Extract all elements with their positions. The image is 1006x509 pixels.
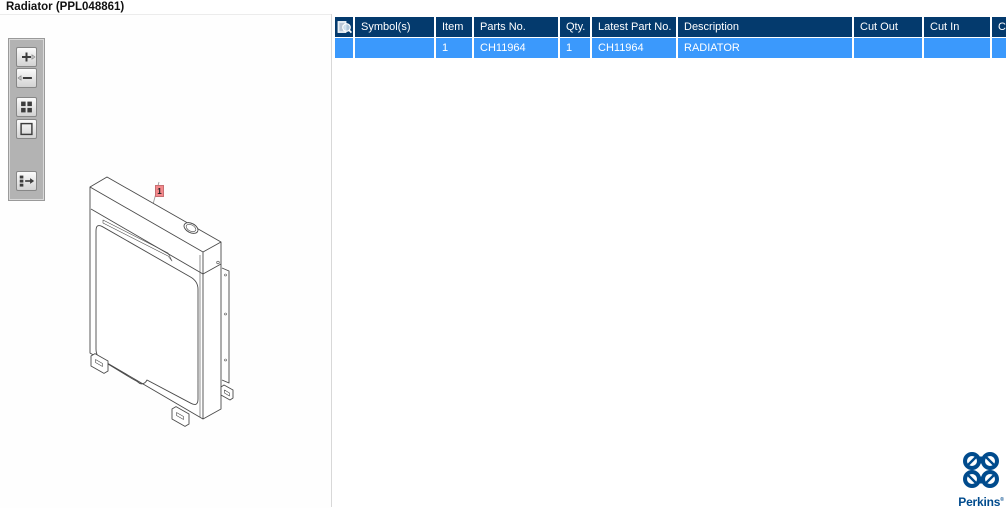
col-header-cut-out: Cut Out bbox=[854, 17, 922, 37]
col-header-parts-no: Parts No. bbox=[474, 17, 558, 37]
col-header-symbols: Symbol(s) bbox=[355, 17, 434, 37]
toggle-list-panel-button[interactable] bbox=[16, 171, 37, 191]
trademark-mark: ® bbox=[1000, 497, 1004, 503]
row-cut-in-cell[interactable] bbox=[924, 38, 990, 58]
list-arrow-right-icon bbox=[19, 175, 35, 187]
row-item-cell[interactable]: 1 bbox=[436, 38, 472, 58]
item-callout-1[interactable]: 1 bbox=[155, 185, 164, 197]
panel-divider bbox=[331, 14, 332, 507]
fit-to-window-button[interactable] bbox=[16, 119, 37, 139]
row-qty-cell[interactable]: 1 bbox=[560, 38, 590, 58]
row-parts-no-cell[interactable]: CH11964 bbox=[474, 38, 558, 58]
radiator-diagram[interactable] bbox=[75, 161, 245, 431]
col-header-description: Description bbox=[678, 17, 852, 37]
parts-table: Symbol(s) Item Parts No. Qty. Latest Par… bbox=[335, 17, 1006, 58]
diagram-panel[interactable]: 1 bbox=[0, 14, 331, 508]
row-latest-part-no-cell[interactable]: CH11964 bbox=[592, 38, 676, 58]
col-header-qty: Qty. bbox=[560, 17, 590, 37]
row-description-cell[interactable]: RADIATOR bbox=[678, 38, 852, 58]
diagram-toolbar bbox=[8, 38, 45, 201]
page-title: Radiator (PPL048861) bbox=[6, 1, 125, 13]
row-clipped-cell[interactable] bbox=[992, 38, 1006, 58]
plus-icon bbox=[22, 52, 36, 62]
col-header-clipped: C bbox=[992, 17, 1006, 37]
zoom-out-button[interactable] bbox=[16, 68, 37, 88]
col-header-latest-part-no: Latest Part No. bbox=[592, 17, 676, 37]
perkins-logo: Perkins® bbox=[955, 451, 1006, 509]
col-header-item: Item bbox=[436, 17, 472, 37]
zoom-in-button[interactable] bbox=[16, 47, 37, 67]
row-cut-out-cell[interactable] bbox=[854, 38, 922, 58]
perkins-rings-icon bbox=[963, 452, 999, 488]
magnifier-document-icon bbox=[337, 21, 352, 34]
row-symbol-view-cell[interactable] bbox=[335, 38, 353, 58]
thumbnail-view-button[interactable] bbox=[16, 97, 37, 117]
symbol-zoom-header-cell[interactable] bbox=[335, 17, 353, 37]
col-header-cut-in: Cut In bbox=[924, 17, 990, 37]
row-symbols-cell[interactable] bbox=[355, 38, 434, 58]
minus-icon bbox=[17, 75, 32, 81]
square-outline-icon bbox=[20, 122, 33, 136]
grid-squares-icon bbox=[21, 101, 32, 113]
